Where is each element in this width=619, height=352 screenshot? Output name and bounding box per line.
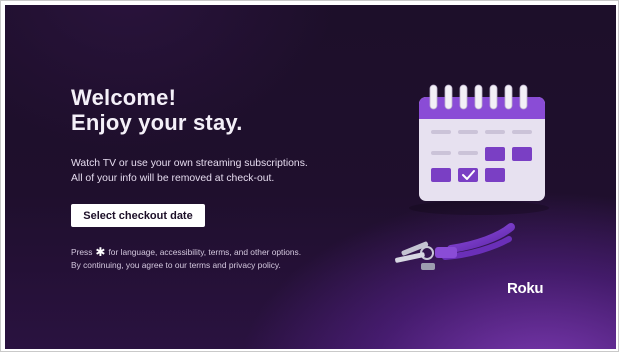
footnote: Press ✱ for language, accessibility, terms…: [71, 246, 301, 272]
asterisk-icon: ✱: [95, 245, 106, 259]
footnote-press-text: Press: [71, 247, 93, 257]
welcome-screen: Welcome! Enjoy your stay. Watch TV or us…: [5, 5, 616, 349]
description-line-2: All of your info will be removed at chec…: [71, 173, 275, 184]
title-line-2: Enjoy your stay.: [71, 110, 243, 135]
roku-logo: Roku: [507, 280, 544, 297]
screenshot-frame: Welcome! Enjoy your stay. Watch TV or us…: [0, 0, 619, 352]
welcome-title: Welcome! Enjoy your stay.: [71, 85, 243, 135]
footnote-line-1: Press ✱ for language, accessibility, terms…: [71, 246, 301, 259]
description-line-1: Watch TV or use your own streaming subsc…: [71, 158, 308, 169]
footnote-line-2: By continuing, you agree to our terms an…: [71, 260, 281, 270]
welcome-description: Watch TV or use your own streaming subsc…: [71, 156, 308, 186]
select-checkout-date-button[interactable]: Select checkout date: [71, 204, 205, 227]
title-line-1: Welcome!: [71, 85, 177, 110]
footnote-options-text: for language, accessibility, terms, and …: [108, 247, 302, 257]
hotel-illustration: [395, 84, 549, 270]
keys-icon: [395, 223, 515, 270]
calendar-icon: [409, 84, 549, 215]
